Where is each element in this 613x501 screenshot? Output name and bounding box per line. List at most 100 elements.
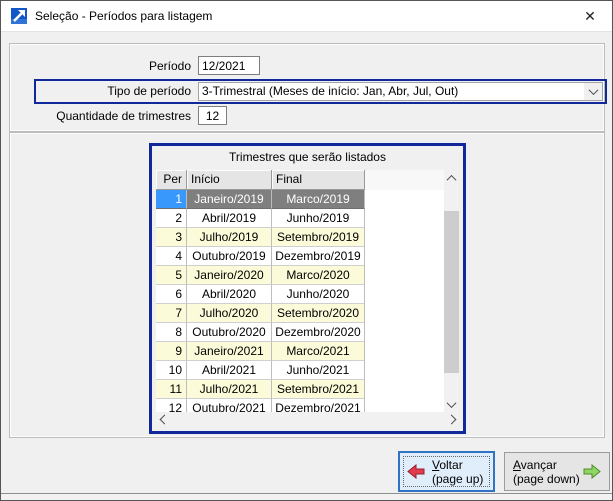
quantidade-label: Quantidade de trimestres [56,109,191,123]
row-filler [365,304,444,323]
cell-final: Junho/2020 [272,285,365,304]
trend-arrow-icon [11,8,27,24]
table-row[interactable]: 12 Outubro/2021 Dezembro/2021 [156,399,444,412]
scroll-left-button[interactable] [156,412,172,427]
row-filler [365,190,444,209]
cell-inicio: Julho/2019 [187,228,272,247]
green-arrow-right-icon [583,464,601,479]
cell-inicio: Abril/2021 [187,361,272,380]
cell-per: 2 [156,209,187,228]
row-filler [365,266,444,285]
grid-table-region: Per Início Final 1 Janeiro/2019 Marco/20… [156,170,444,412]
scroll-right-button[interactable] [443,412,459,427]
dialog-selecao-periodos: Seleção - Períodos para listagem ✕ Perío… [0,0,613,501]
cell-per: 6 [156,285,187,304]
periodo-input[interactable] [198,56,260,75]
horizontal-scrollbar[interactable] [156,412,459,427]
chevron-down-icon [447,398,457,408]
table-row[interactable]: 5 Janeiro/2020 Marco/2020 [156,266,444,285]
cell-per: 7 [156,304,187,323]
table-row[interactable]: 4 Outubro/2019 Dezembro/2019 [156,247,444,266]
quantidade-input[interactable] [198,106,227,125]
table-row[interactable]: 3 Julho/2019 Setembro/2019 [156,228,444,247]
avancar-button[interactable]: Avançar (page down) [504,452,610,491]
cell-final: Setembro/2021 [272,380,365,399]
row-filler [365,361,444,380]
cell-inicio: Julho/2020 [187,304,272,323]
titlebar: Seleção - Períodos para listagem ✕ [1,1,612,32]
cell-final: Junho/2019 [272,209,365,228]
tipo-periodo-select[interactable]: 3-Trimestral (Meses de início: Jan, Abr,… [198,82,603,101]
chevron-right-icon [446,415,456,425]
table-row[interactable]: 9 Janeiro/2021 Marco/2021 [156,342,444,361]
cell-inicio: Julho/2021 [187,380,272,399]
cell-final: Dezembro/2020 [272,323,365,342]
row-filler [365,209,444,228]
voltar-button[interactable]: Voltar (page up) [398,451,495,492]
table-row[interactable]: 1 Janeiro/2019 Marco/2019 [156,190,444,209]
table-row[interactable]: 2 Abril/2019 Junho/2019 [156,209,444,228]
trimestres-panel: Trimestres que serão listados Per Início… [149,143,466,434]
row-filler [365,399,444,412]
cell-final: Junho/2021 [272,361,365,380]
periodo-label: Período [149,59,191,73]
cell-per: 1 [156,190,187,209]
cell-final: Marco/2020 [272,266,365,285]
voltar-sublabel: (page up) [432,472,483,486]
panel-title: Trimestres que serão listados [152,150,463,164]
voltar-button-label: Voltar (page up) [432,458,483,486]
cell-final: Dezembro/2019 [272,247,365,266]
cell-per: 9 [156,342,187,361]
close-icon: ✕ [584,8,596,25]
cell-per: 5 [156,266,187,285]
cell-inicio: Janeiro/2021 [187,342,272,361]
close-button[interactable]: ✕ [568,1,612,32]
cell-per: 3 [156,228,187,247]
grid-body: 1 Janeiro/2019 Marco/2019 2 Abril/2019 J… [156,190,444,412]
scroll-up-button[interactable] [444,170,459,186]
row-filler [365,380,444,399]
cell-per: 4 [156,247,187,266]
cell-final: Setembro/2020 [272,304,365,323]
column-header-inicio: Início [187,170,272,190]
table-row[interactable]: 10 Abril/2021 Junho/2021 [156,361,444,380]
table-row[interactable]: 6 Abril/2020 Junho/2020 [156,285,444,304]
avancar-button-label: Avançar (page down) [513,458,580,486]
cell-inicio: Janeiro/2020 [187,266,272,285]
cell-per: 8 [156,323,187,342]
cell-inicio: Outubro/2021 [187,399,272,412]
vertical-scrollbar-thumb[interactable] [444,211,459,373]
header-filler [365,170,444,190]
cell-final: Setembro/2019 [272,228,365,247]
avancar-sublabel: (page down) [513,472,580,486]
vertical-scrollbar[interactable] [444,170,459,412]
cell-inicio: Abril/2019 [187,209,272,228]
cell-per: 11 [156,380,187,399]
trimestres-grid: Per Início Final 1 Janeiro/2019 Marco/20… [156,170,459,427]
tipo-periodo-value: 3-Trimestral (Meses de início: Jan, Abr,… [202,83,582,100]
combo-arrow-zone[interactable] [584,83,602,100]
tipo-periodo-label: Tipo de período [107,84,191,98]
table-row[interactable]: 7 Julho/2020 Setembro/2020 [156,304,444,323]
column-header-final: Final [272,170,365,190]
cell-inicio: Janeiro/2019 [187,190,272,209]
window-title: Seleção - Períodos para listagem [35,9,212,23]
cell-final: Marco/2021 [272,342,365,361]
chevron-down-icon [588,85,598,95]
column-header-per: Per [156,170,187,190]
cell-inicio: Outubro/2020 [187,323,272,342]
row-filler [365,323,444,342]
window-bottom-edge [1,493,612,500]
row-filler [365,342,444,361]
red-arrow-left-icon [407,464,425,479]
table-row[interactable]: 11 Julho/2021 Setembro/2021 [156,380,444,399]
chevron-up-icon [447,174,457,184]
row-filler [365,247,444,266]
cell-inicio: Abril/2020 [187,285,272,304]
scroll-down-button[interactable] [444,396,459,412]
cell-per: 10 [156,361,187,380]
cell-final: Marco/2019 [272,190,365,209]
cell-inicio: Outubro/2019 [187,247,272,266]
table-row[interactable]: 8 Outubro/2020 Dezembro/2020 [156,323,444,342]
row-filler [365,285,444,304]
